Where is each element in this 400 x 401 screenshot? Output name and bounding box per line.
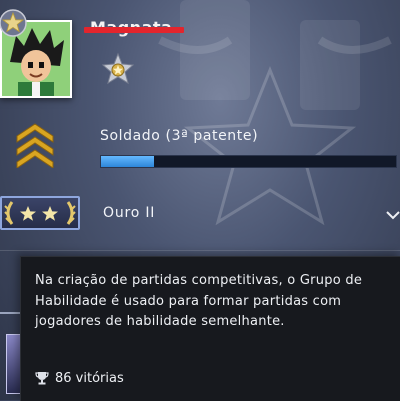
- tooltip-text: Na criação de partidas competitivas, o G…: [35, 273, 363, 329]
- wins-count: 86 vitórias: [55, 371, 124, 386]
- trophy-icon: [35, 372, 49, 385]
- skill-group-label: Ouro II: [103, 205, 156, 221]
- xp-progress-bar: [100, 155, 397, 168]
- chevron-rank-icon: [16, 123, 54, 168]
- divider: [0, 250, 400, 251]
- side-divider: [0, 312, 20, 314]
- skill-group-tooltip: Na criação de partidas competitivas, o G…: [20, 256, 400, 401]
- skill-group-badge-icon[interactable]: [0, 196, 80, 230]
- service-medal-icon[interactable]: [100, 52, 136, 92]
- rank-label: Soldado (3ª patente): [100, 128, 259, 144]
- profile-panel: Magnata Soldado (3ª patente) Ouro II: [0, 0, 400, 260]
- chevron-down-icon[interactable]: [386, 210, 400, 220]
- xp-progress-fill: [101, 156, 155, 167]
- star-icon: [0, 9, 27, 37]
- username-redaction: [84, 27, 184, 33]
- wins-row: 86 vitórias: [35, 371, 124, 386]
